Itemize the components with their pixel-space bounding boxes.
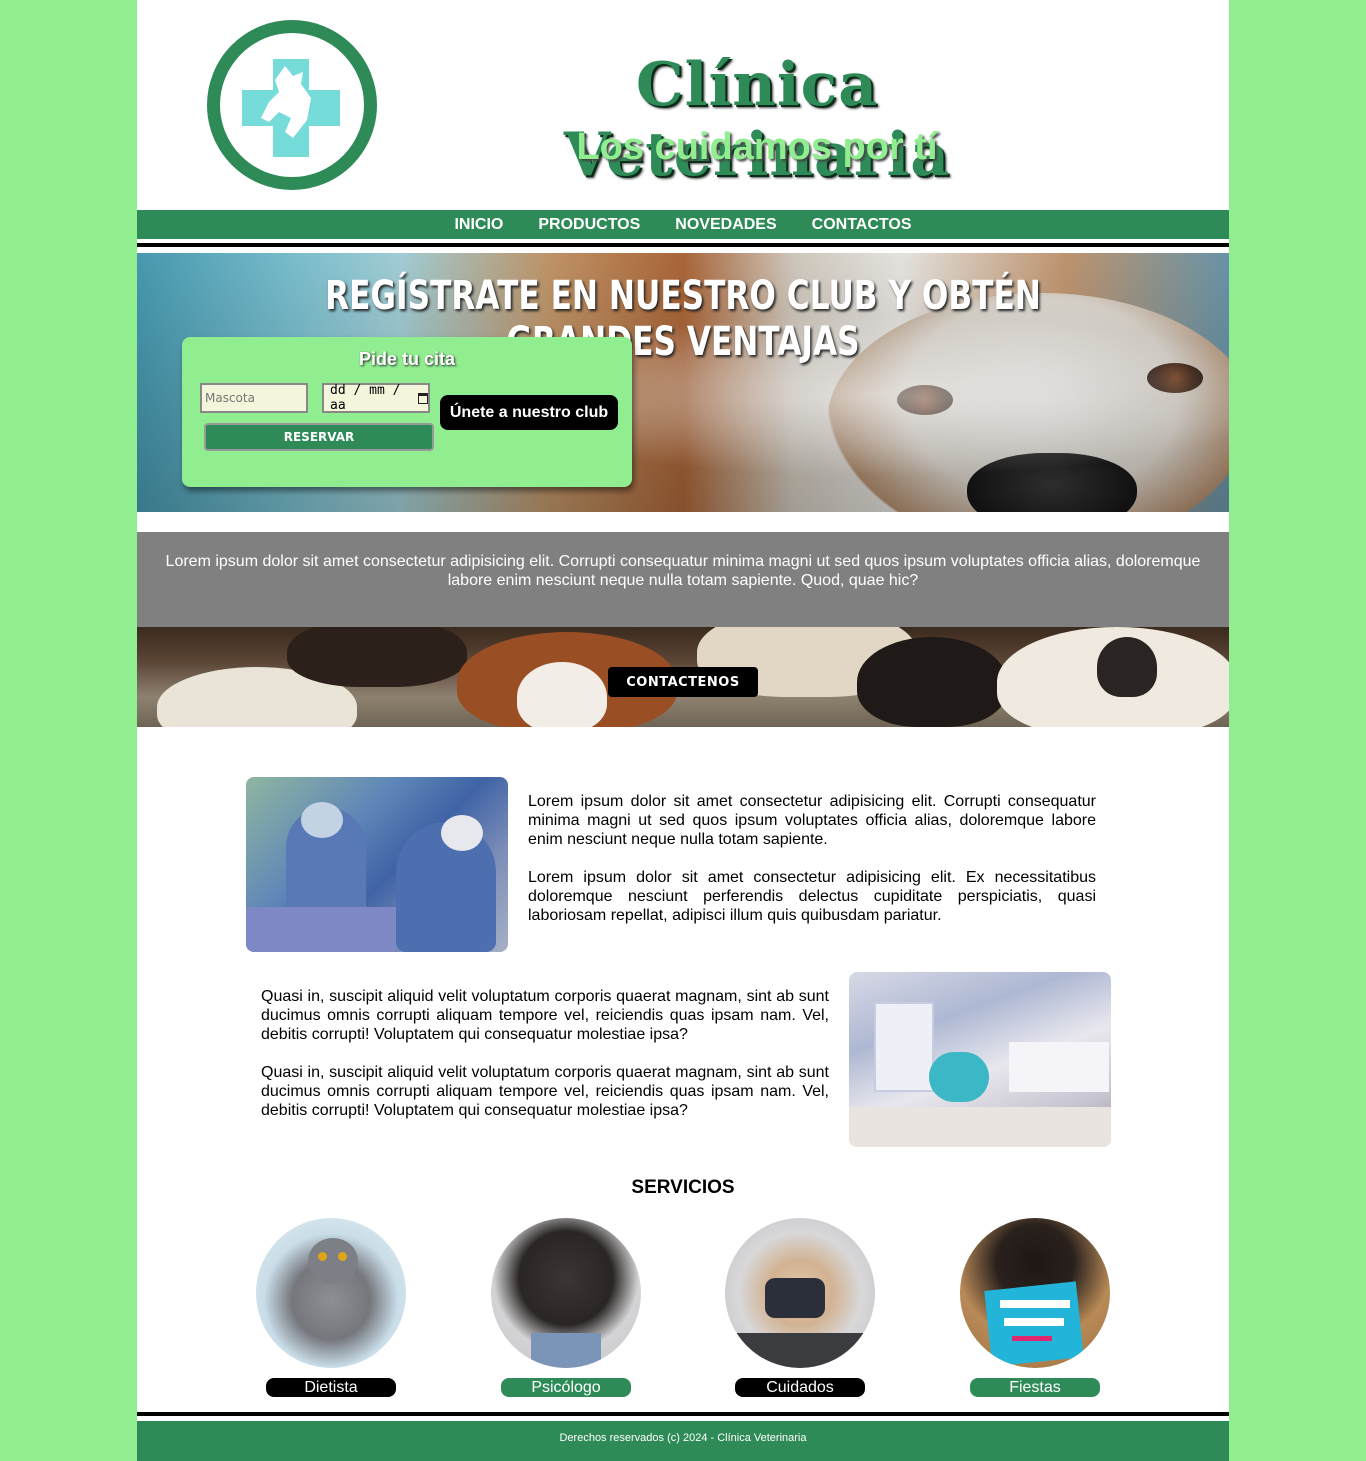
content-text-2: Quasi in, suscipit aliquid velit volupta… xyxy=(261,987,829,1139)
intro-text: Lorem ipsum dolor sit amet consectetur a… xyxy=(165,553,1201,589)
service-card-psicologo: Psicólogo xyxy=(491,1218,641,1397)
footer: Derechos reservados (c) 2024 - Clínica V… xyxy=(137,1421,1229,1461)
service-label[interactable]: Fiestas xyxy=(970,1378,1100,1397)
hero-banner: REGÍSTRATE EN NUESTRO CLUB Y OBTÉN GRAND… xyxy=(137,253,1229,512)
intro-band: Lorem ipsum dolor sit amet consectetur a… xyxy=(137,532,1229,627)
nav-item-novedades[interactable]: NOVEDADES xyxy=(675,216,776,234)
site-title: Clínica Veterinaria xyxy=(563,50,951,190)
main-nav: INICIO PRODUCTOS NOVEDADES CONTACTOS xyxy=(137,210,1229,239)
clinic-room-photo xyxy=(849,972,1111,1147)
nav-item-productos[interactable]: PRODUCTOS xyxy=(538,216,640,234)
bulldog-photo xyxy=(725,1218,875,1368)
services-title: SERVICIOS xyxy=(631,1177,735,1198)
pug-photo xyxy=(491,1218,641,1368)
clinic-logo-icon xyxy=(207,20,377,190)
contact-button[interactable]: CONTACTENOS xyxy=(608,667,758,697)
nav-item-contactos[interactable]: CONTACTOS xyxy=(812,216,912,234)
surgery-photo xyxy=(246,777,508,952)
booking-heading: Pide tu cita xyxy=(358,349,456,369)
service-card-dietista: Dietista xyxy=(256,1218,406,1397)
join-club-button[interactable]: Únete a nuestro club xyxy=(440,395,618,430)
date-placeholder: dd / mm / aa xyxy=(330,383,401,413)
party-dog-photo xyxy=(960,1218,1110,1368)
pet-name-input[interactable] xyxy=(200,383,308,413)
calendar-icon[interactable] xyxy=(418,392,428,404)
service-card-fiestas: Fiestas xyxy=(960,1218,1110,1397)
footer-text: Derechos reservados (c) 2024 - Clínica V… xyxy=(559,1432,807,1444)
puppies-banner: CONTACTENOS xyxy=(137,627,1229,727)
page: Clínica Veterinaria Los cuidamos por tí … xyxy=(137,0,1229,1461)
reserve-button[interactable]: RESERVAR xyxy=(204,423,434,451)
cat-photo xyxy=(256,1218,406,1368)
nav-item-inicio[interactable]: INICIO xyxy=(454,216,503,234)
service-label[interactable]: Psicólogo xyxy=(501,1378,631,1397)
date-input[interactable]: dd / mm / aa xyxy=(322,383,430,413)
content-text-1: Lorem ipsum dolor sit amet consectetur a… xyxy=(528,792,1096,944)
service-label[interactable]: Dietista xyxy=(266,1378,396,1397)
service-label[interactable]: Cuidados xyxy=(735,1378,865,1397)
service-card-cuidados: Cuidados xyxy=(725,1218,875,1397)
booking-form: Pide tu cita dd / mm / aa RESERVAR Únete… xyxy=(182,337,632,487)
site-subtitle: Los cuidamos por tí xyxy=(576,126,938,168)
divider xyxy=(137,1412,1229,1416)
paragraph: Lorem ipsum dolor sit amet consectetur a… xyxy=(528,793,1096,848)
divider xyxy=(137,243,1229,247)
paragraph: Quasi in, suscipit aliquid velit volupta… xyxy=(261,1064,829,1119)
paragraph: Quasi in, suscipit aliquid velit volupta… xyxy=(261,988,829,1043)
paragraph: Lorem ipsum dolor sit amet consectetur a… xyxy=(528,869,1096,924)
